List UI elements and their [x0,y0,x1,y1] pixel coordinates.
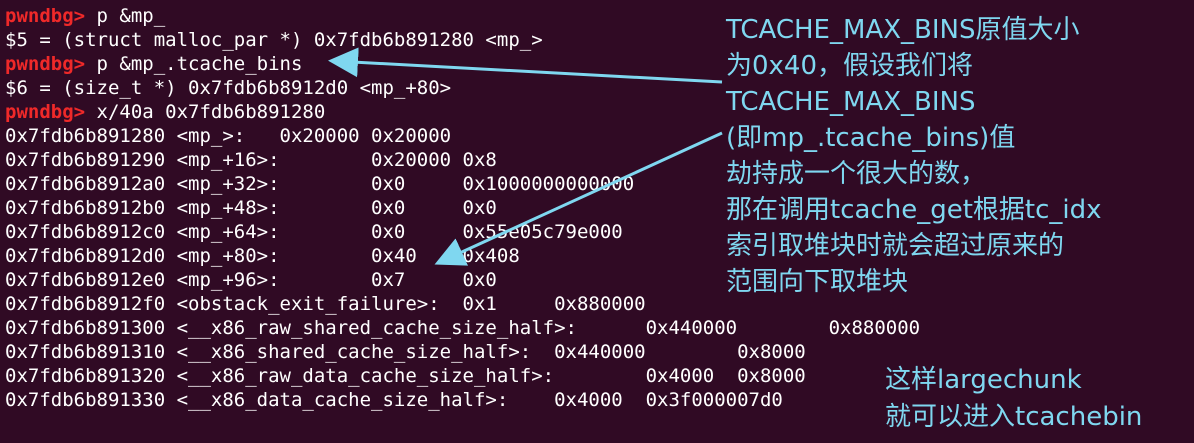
annotation-line: 就可以进入tcachebin [885,402,1143,432]
command-line: pwndbg> x/40a 0x7fdb6b891280 [5,100,325,124]
output-line: 0x7fdb6b891290 <mp_+16>: 0x20000 0x8 [5,149,497,171]
output-line: 0x7fdb6b8912b0 <mp_+48>: 0x0 0x0 [5,197,497,219]
prompt: pwndbg> [5,5,86,27]
annotation-line: 为0x40，假设我们将 [726,51,974,81]
command-text: p &mp_.tcache_bins [85,53,303,75]
output-line: 0x7fdb6b891310 <__x86_shared_cache_size_… [5,341,806,363]
output-line: 0x7fdb6b891300 <__x86_raw_shared_cache_s… [5,317,921,339]
annotation-line: 这样largechunk [885,365,1082,395]
prompt: pwndbg> [5,101,86,123]
annotation-line: 索引取堆块时就会超过原来的 [726,231,1065,261]
command-text: x/40a 0x7fdb6b891280 [85,101,326,123]
terminal-window[interactable]: pwndbg> p &mp_ $5 = (struct malloc_par *)… [0,0,1194,443]
command-line: pwndbg> p &mp_.tcache_bins [5,52,302,76]
output-line: 0x7fdb6b891330 <__x86_data_cache_size_ha… [5,389,783,411]
annotation-line: 范围向下取堆块 [726,267,909,297]
output-line: 0x7fdb6b8912d0 <mp_+80>: 0x40 0x408 [5,245,520,267]
annotation-line: 那在调用tcache_get根据tc_idx [726,195,1102,225]
output-line: 0x7fdb6b8912e0 <mp_+96>: 0x7 0x0 [5,269,497,291]
prompt: pwndbg> [5,53,86,75]
annotation-line: TCACHE_MAX_BINS [726,87,976,117]
output-line: 0x7fdb6b8912c0 <mp_+64>: 0x0 0x55e05c79e… [5,221,623,243]
command-text: p &mp_ [85,5,166,27]
annotation-line: (即mp_.tcache_bins)值 [726,123,1016,153]
output-line: 0x7fdb6b8912f0 <obstack_exit_failure>: 0… [5,293,646,315]
output-line: 0x7fdb6b891280 <mp_>: 0x20000 0x20000 [5,125,452,147]
annotation-line: TCACHE_MAX_BINS原值大小 [726,15,1080,45]
output-line: $6 = (size_t *) 0x7fdb6b8912d0 <mp_+80> [5,77,452,99]
command-line: pwndbg> p &mp_ [5,4,165,28]
output-line: $5 = (struct malloc_par *) 0x7fdb6b89128… [5,29,543,51]
annotation-line: 劫持成一个很大的数， [726,159,987,189]
output-line: 0x7fdb6b8912a0 <mp_+32>: 0x0 0x100000000… [5,173,635,195]
output-line: 0x7fdb6b891320 <__x86_raw_data_cache_siz… [5,365,806,387]
